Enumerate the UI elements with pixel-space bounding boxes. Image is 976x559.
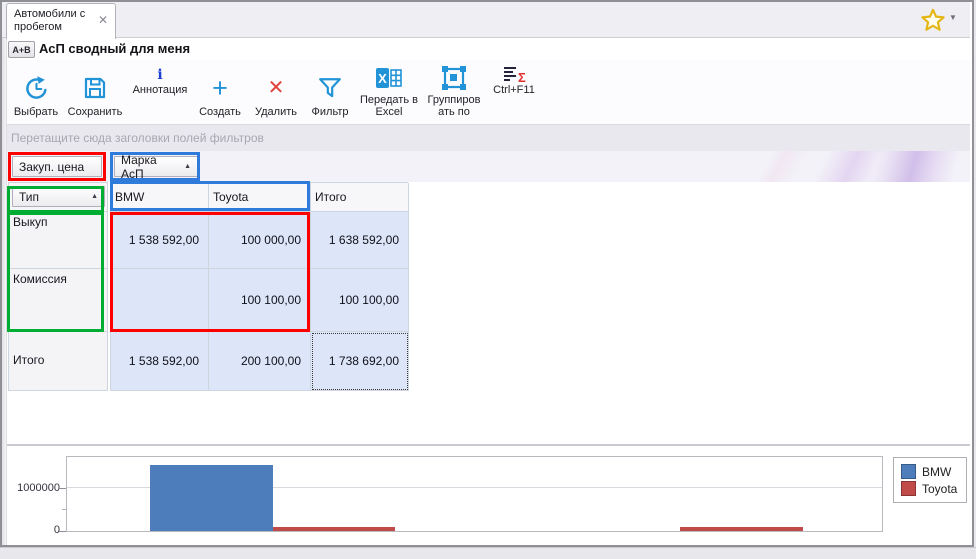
legend-item: Toyota bbox=[901, 480, 966, 497]
annotation-button[interactable]: i Аннотация bbox=[128, 62, 192, 121]
y-axis-tick-label: 0 bbox=[12, 524, 60, 536]
filter-funnel-icon bbox=[318, 71, 342, 105]
totals-hotkey-button[interactable]: Σ Ctrl+F11 bbox=[486, 62, 542, 121]
data-field-button[interactable]: Закуп. цена bbox=[12, 156, 102, 177]
chart-bar-toyota-1 bbox=[680, 527, 803, 531]
left-groove bbox=[2, 38, 7, 545]
favorites-menu-caret-icon[interactable]: ▼ bbox=[949, 13, 957, 22]
pivot-row-labels: Тип ▲ Выкуп Комиссия Итого bbox=[8, 182, 108, 391]
column-field-button[interactable]: Марка АсП ▲ bbox=[114, 156, 198, 177]
history-clock-icon bbox=[23, 71, 50, 105]
data-cell[interactable]: 100 100,00 bbox=[209, 269, 311, 332]
total-cell[interactable]: 100 100,00 bbox=[311, 269, 409, 332]
legend-item: BMW bbox=[901, 463, 966, 480]
sort-asc-icon: ▲ bbox=[184, 163, 191, 170]
sort-asc-icon: ▲ bbox=[91, 193, 98, 200]
row-field-label: Тип bbox=[19, 190, 39, 204]
legend-swatch-bmw bbox=[901, 464, 916, 479]
delete-x-icon: ✕ bbox=[268, 71, 285, 105]
data-cell[interactable]: 100 000,00 bbox=[209, 212, 311, 269]
row-field-header-cell: Тип ▲ bbox=[9, 183, 108, 212]
data-field-label: Закуп. цена bbox=[19, 160, 84, 174]
chart-bar-toyota-0 bbox=[273, 527, 396, 531]
create-button[interactable]: + Создать bbox=[194, 62, 246, 121]
report-type-badge: А+В bbox=[8, 41, 35, 58]
data-cell[interactable] bbox=[111, 269, 209, 332]
column-header[interactable]: BMW bbox=[111, 183, 209, 212]
save-button[interactable]: Сохранить bbox=[64, 62, 126, 121]
column-header[interactable]: Toyota bbox=[209, 183, 311, 212]
column-field-label: Марка АсП bbox=[121, 153, 177, 181]
chart-plot bbox=[66, 456, 883, 532]
row-label[interactable]: Комиссия bbox=[9, 269, 108, 332]
group-by-button[interactable]: Группиров ать по bbox=[424, 62, 484, 121]
group-by-icon bbox=[441, 62, 467, 93]
app-window: Автомобили с пробегом ✕ ▼ А+В АсП сводны… bbox=[0, 0, 976, 559]
column-header-total[interactable]: Итого bbox=[311, 183, 409, 212]
page-title: АсП сводный для меня bbox=[39, 41, 190, 56]
total-cell[interactable]: 1 538 592,00 bbox=[111, 332, 209, 391]
total-cell[interactable]: 200 100,00 bbox=[209, 332, 311, 391]
filter-drop-zone[interactable]: Перетащите сюда заголовки полей фильтров bbox=[2, 125, 970, 151]
legend-label: BMW bbox=[922, 465, 951, 479]
total-cell[interactable]: 1 638 592,00 bbox=[311, 212, 409, 269]
export-excel-button[interactable]: X Передать в Excel bbox=[356, 62, 422, 121]
svg-text:Σ: Σ bbox=[518, 70, 526, 84]
tab-used-cars[interactable]: Автомобили с пробегом ✕ bbox=[6, 3, 116, 39]
row-label-total[interactable]: Итого bbox=[9, 332, 108, 391]
y-axis-tick-label: 1000000 bbox=[12, 482, 60, 494]
chart-bar-bmw-0 bbox=[150, 465, 273, 531]
favorites-star-icon[interactable] bbox=[920, 7, 946, 33]
tab-title: Автомобили с пробегом bbox=[14, 8, 94, 34]
plus-icon: + bbox=[212, 71, 228, 105]
annotation-info-icon: i bbox=[157, 67, 162, 83]
tab-bar bbox=[2, 2, 970, 38]
tab-close-icon[interactable]: ✕ bbox=[98, 13, 108, 27]
grand-total-cell[interactable]: 1 738 692,00 bbox=[311, 332, 409, 391]
excel-export-icon: X bbox=[375, 62, 403, 93]
desktop-strip bbox=[0, 547, 976, 559]
filter-button[interactable]: Фильтр bbox=[306, 62, 354, 121]
toolbar: Выбрать Сохранить i Аннотация + Создать bbox=[2, 60, 970, 125]
legend-swatch-toyota bbox=[901, 481, 916, 496]
pivot-data-grid: BMW Toyota Итого 1 538 592,00 100 000,00… bbox=[110, 182, 408, 391]
select-button[interactable]: Выбрать bbox=[10, 62, 62, 121]
decorative-swoosh bbox=[760, 151, 970, 182]
chart-legend: BMW Toyota bbox=[893, 457, 967, 503]
svg-text:X: X bbox=[378, 71, 387, 86]
save-icon bbox=[82, 71, 108, 105]
legend-label: Toyota bbox=[922, 482, 957, 496]
data-cell[interactable]: 1 538 592,00 bbox=[111, 212, 209, 269]
sum-sigma-icon: Σ bbox=[501, 67, 527, 83]
row-label[interactable]: Выкуп bbox=[9, 212, 108, 269]
row-field-button[interactable]: Тип ▲ bbox=[12, 186, 105, 207]
delete-button[interactable]: ✕ Удалить bbox=[248, 62, 304, 121]
